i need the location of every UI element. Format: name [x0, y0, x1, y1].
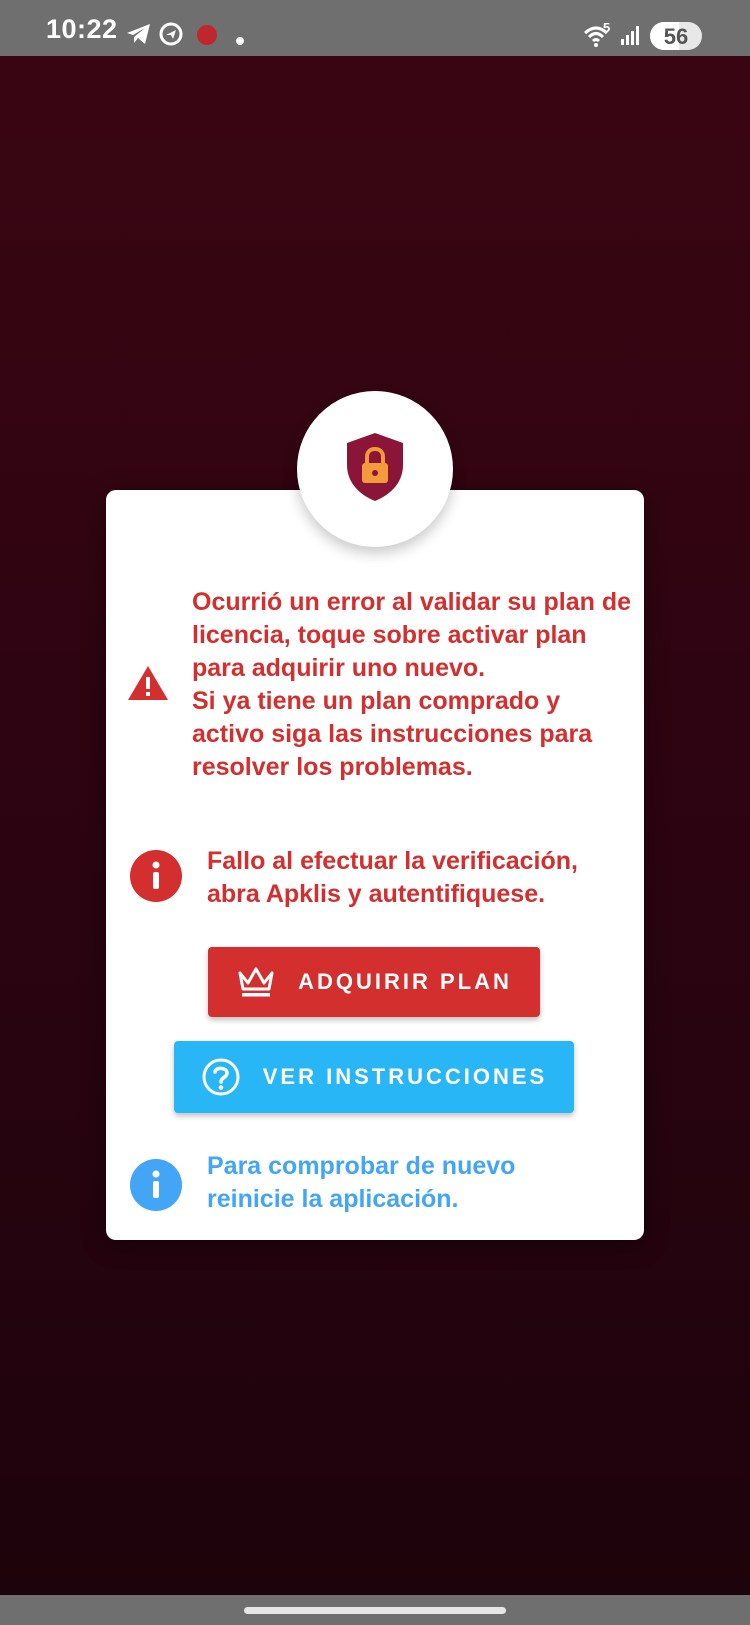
- status-bar: 10:22 5 56: [0, 0, 750, 56]
- warning-icon: [127, 665, 169, 706]
- home-gesture-bar[interactable]: [244, 1607, 506, 1614]
- view-instructions-label: VER INSTRUCCIONES: [262, 1064, 548, 1089]
- license-error-message: Ocurrió un error al validar su plan de l…: [192, 588, 632, 781]
- error-info-icon: [130, 850, 182, 907]
- view-instructions-button[interactable]: VER INSTRUCCIONES: [174, 1041, 574, 1113]
- telegram-icon: [126, 22, 152, 51]
- battery-icon: 56: [650, 22, 702, 50]
- shield-lock-icon: [343, 431, 407, 508]
- buy-plan-label: ADQUIRIR PLAN: [298, 969, 512, 994]
- question-icon: [201, 1057, 241, 1097]
- app-screen: 10:22 5 56 Ocurrió un error al validar s…: [0, 0, 750, 1625]
- navigation-bar: [0, 1595, 750, 1625]
- network-label: 5: [603, 20, 611, 35]
- app-circle-icon: [159, 22, 183, 51]
- license-error-dialog: Ocurrió un error al validar su plan de l…: [106, 490, 644, 1240]
- status-dot-icon: [236, 32, 244, 50]
- verification-error-message: Fallo al efectuar la verificación, abra …: [207, 847, 578, 908]
- battery-level: 56: [663, 24, 689, 49]
- status-time: 10:22: [46, 14, 118, 44]
- info-icon: [130, 1159, 182, 1216]
- restart-info-message: Para comprobar de nuevo reinicie la apli…: [207, 1152, 516, 1213]
- buy-plan-button[interactable]: ADQUIRIR PLAN: [208, 947, 540, 1017]
- signal-icon: [620, 24, 642, 51]
- notification-dot-icon: [196, 24, 218, 51]
- crown-icon: [236, 965, 276, 999]
- security-badge: [297, 391, 453, 547]
